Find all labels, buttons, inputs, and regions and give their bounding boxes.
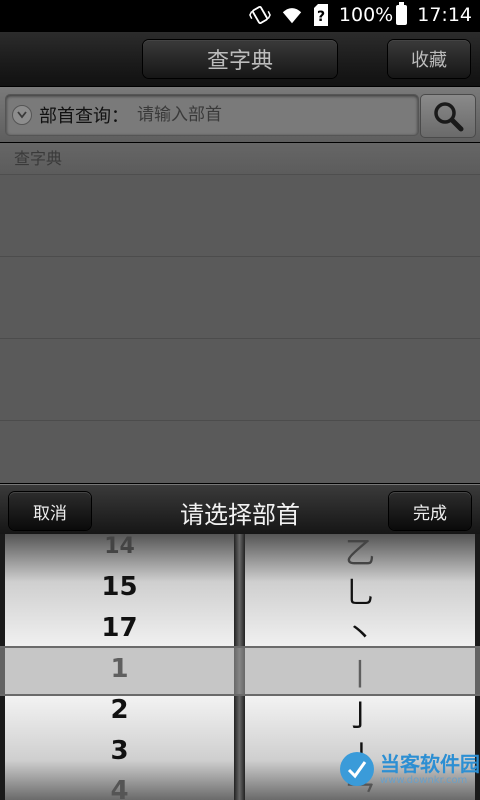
done-button[interactable]: 完成	[389, 492, 471, 530]
sim-unknown-icon: ?	[313, 4, 328, 26]
wheel-item[interactable]: 15	[5, 572, 234, 602]
stroke-count-wheel[interactable]: 14 15 17 1 2 3 4	[5, 534, 234, 800]
battery-indicator: 100%	[338, 2, 408, 26]
wheel-divider	[234, 534, 245, 800]
battery-percent: 100%	[338, 4, 394, 26]
wheel-item-selected[interactable]: 丨	[245, 650, 475, 694]
radical-search-field[interactable]: 部首查询：	[5, 94, 419, 136]
status-icons: ? 100% 17:14	[249, 2, 472, 26]
watermark-logo-icon	[340, 752, 374, 786]
watermark: 当客软件园 www.downkr.com	[340, 752, 480, 786]
list-item[interactable]	[0, 339, 480, 421]
picker-header: 取消 请选择部首 完成	[0, 484, 480, 535]
wheel-item[interactable]: 17	[5, 613, 234, 643]
wheel-item[interactable]: 2	[5, 695, 234, 725]
wheel-item[interactable]: 乙	[245, 534, 475, 572]
svg-text:?: ?	[317, 9, 325, 25]
battery-icon	[396, 2, 408, 25]
wheel-item[interactable]: 丶	[245, 609, 475, 653]
radical-input[interactable]	[135, 104, 418, 126]
app-titlebar: 查字典 收藏	[0, 32, 480, 87]
search-button[interactable]	[420, 94, 476, 138]
list-item[interactable]	[0, 257, 480, 339]
watermark-url: www.downkr.com	[380, 774, 468, 786]
wheel-item[interactable]: 4	[5, 776, 234, 800]
page-title: 查字典	[143, 40, 337, 78]
status-bar: ? 100% 17:14	[0, 0, 480, 32]
search-mode-label: 部首查询：	[39, 106, 129, 127]
favorites-button[interactable]: 收藏	[388, 40, 470, 78]
wifi-icon	[282, 8, 302, 24]
wheel-item[interactable]: 3	[5, 736, 234, 766]
wheel-item[interactable]: 乚	[245, 568, 475, 612]
wheel-item-selected[interactable]: 1	[5, 654, 234, 684]
clock: 17:14	[417, 4, 472, 26]
watermark-text: 当客软件园	[380, 751, 480, 776]
search-icon	[434, 102, 464, 132]
vibrate-icon	[249, 5, 271, 25]
watermark-text-block: 当客软件园 www.downkr.com	[380, 753, 480, 786]
search-bar: 部首查询：	[0, 87, 480, 142]
wheel-item[interactable]: 14	[5, 534, 234, 559]
section-header: 查字典	[0, 143, 480, 175]
wheel-item[interactable]: 亅	[245, 691, 475, 735]
chevron-down-icon[interactable]	[12, 105, 32, 125]
result-list: 查字典	[0, 143, 480, 503]
list-item[interactable]	[0, 175, 480, 257]
